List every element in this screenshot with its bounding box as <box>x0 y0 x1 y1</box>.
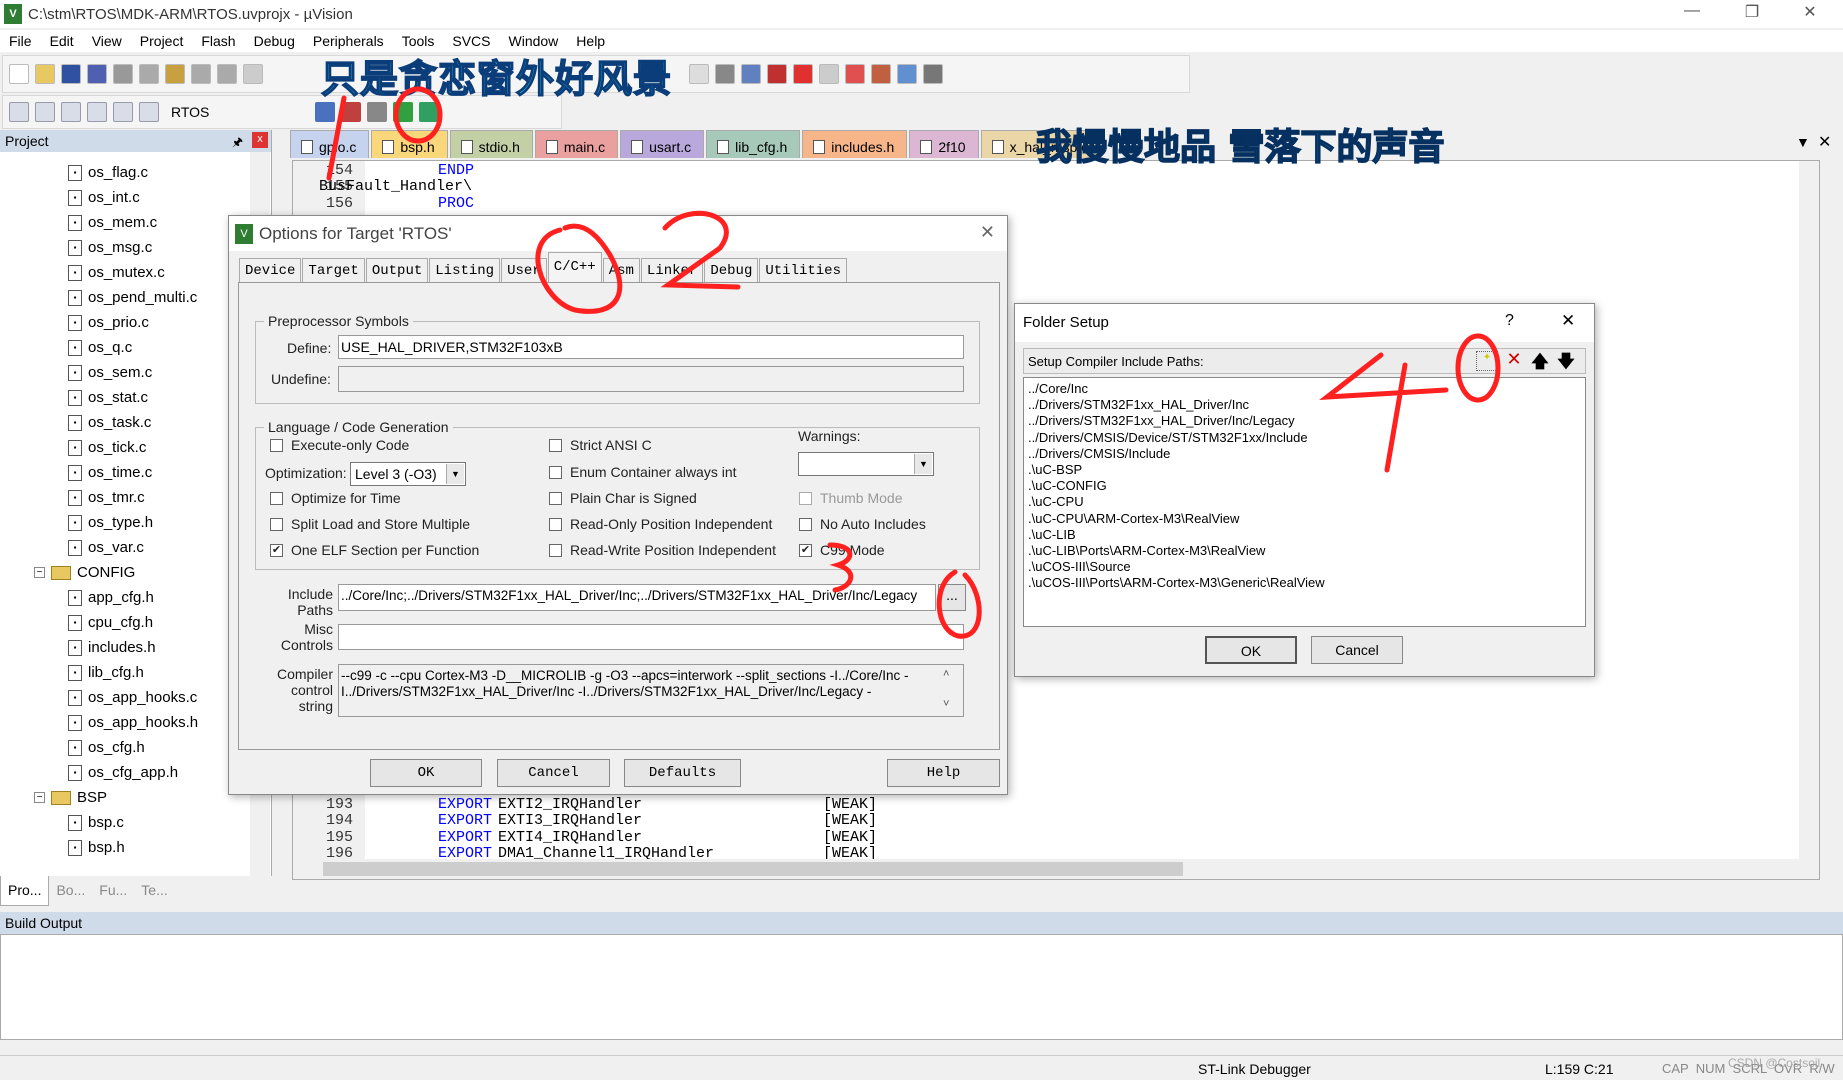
red-annotations <box>326 86 1501 639</box>
annotation-number-4 <box>1319 352 1449 473</box>
annotation-number-1 <box>326 95 347 181</box>
annotation-circle-3 <box>936 569 982 639</box>
annotation-circle-4 <box>1455 333 1501 403</box>
annotation-circle-1 <box>393 86 443 144</box>
annotation-circle-2 <box>535 223 623 314</box>
annotation-number-2 <box>660 210 741 290</box>
annotation-number-3 <box>827 542 854 593</box>
